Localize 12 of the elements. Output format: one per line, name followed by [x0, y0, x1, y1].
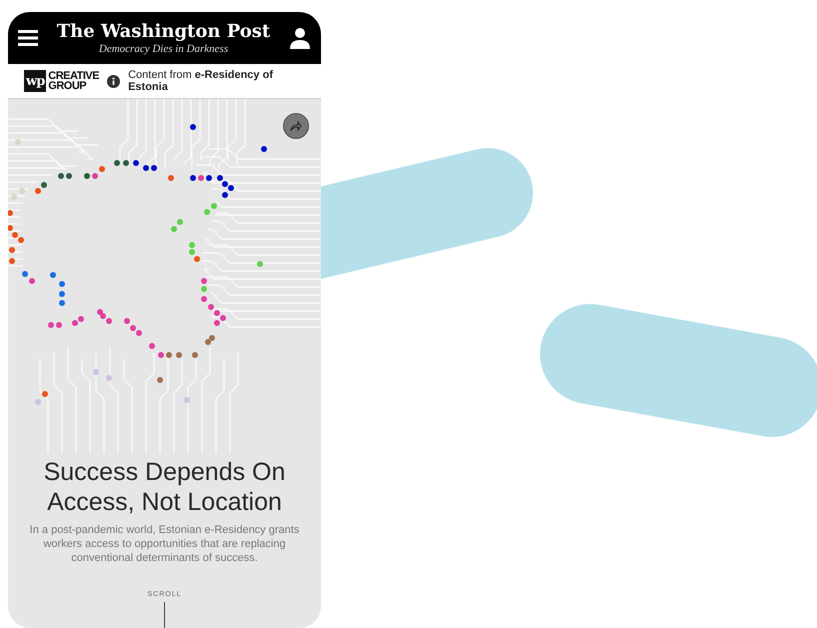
user-icon[interactable] — [289, 27, 311, 49]
logo-mark: wp — [24, 70, 46, 92]
article-deck: In a post-pandemic world, Estonian e-Residency grants workers access to opportunities that are replacing conventional determinants of success. — [28, 523, 300, 565]
sponsor-text: Content from e-Residency of Estonia — [128, 69, 274, 93]
menu-icon[interactable] — [18, 30, 38, 46]
masthead-tagline: Democracy Dies in Darkness — [98, 43, 228, 55]
masthead-title[interactable]: The Washington Post — [56, 21, 270, 43]
logo-text: CREATIVE GROUP — [48, 71, 100, 91]
share-arrow-icon — [290, 121, 302, 131]
share-button[interactable] — [283, 113, 309, 139]
article-headline: Success Depends On Access, Not Location — [42, 457, 286, 517]
info-icon[interactable] — [107, 74, 120, 88]
